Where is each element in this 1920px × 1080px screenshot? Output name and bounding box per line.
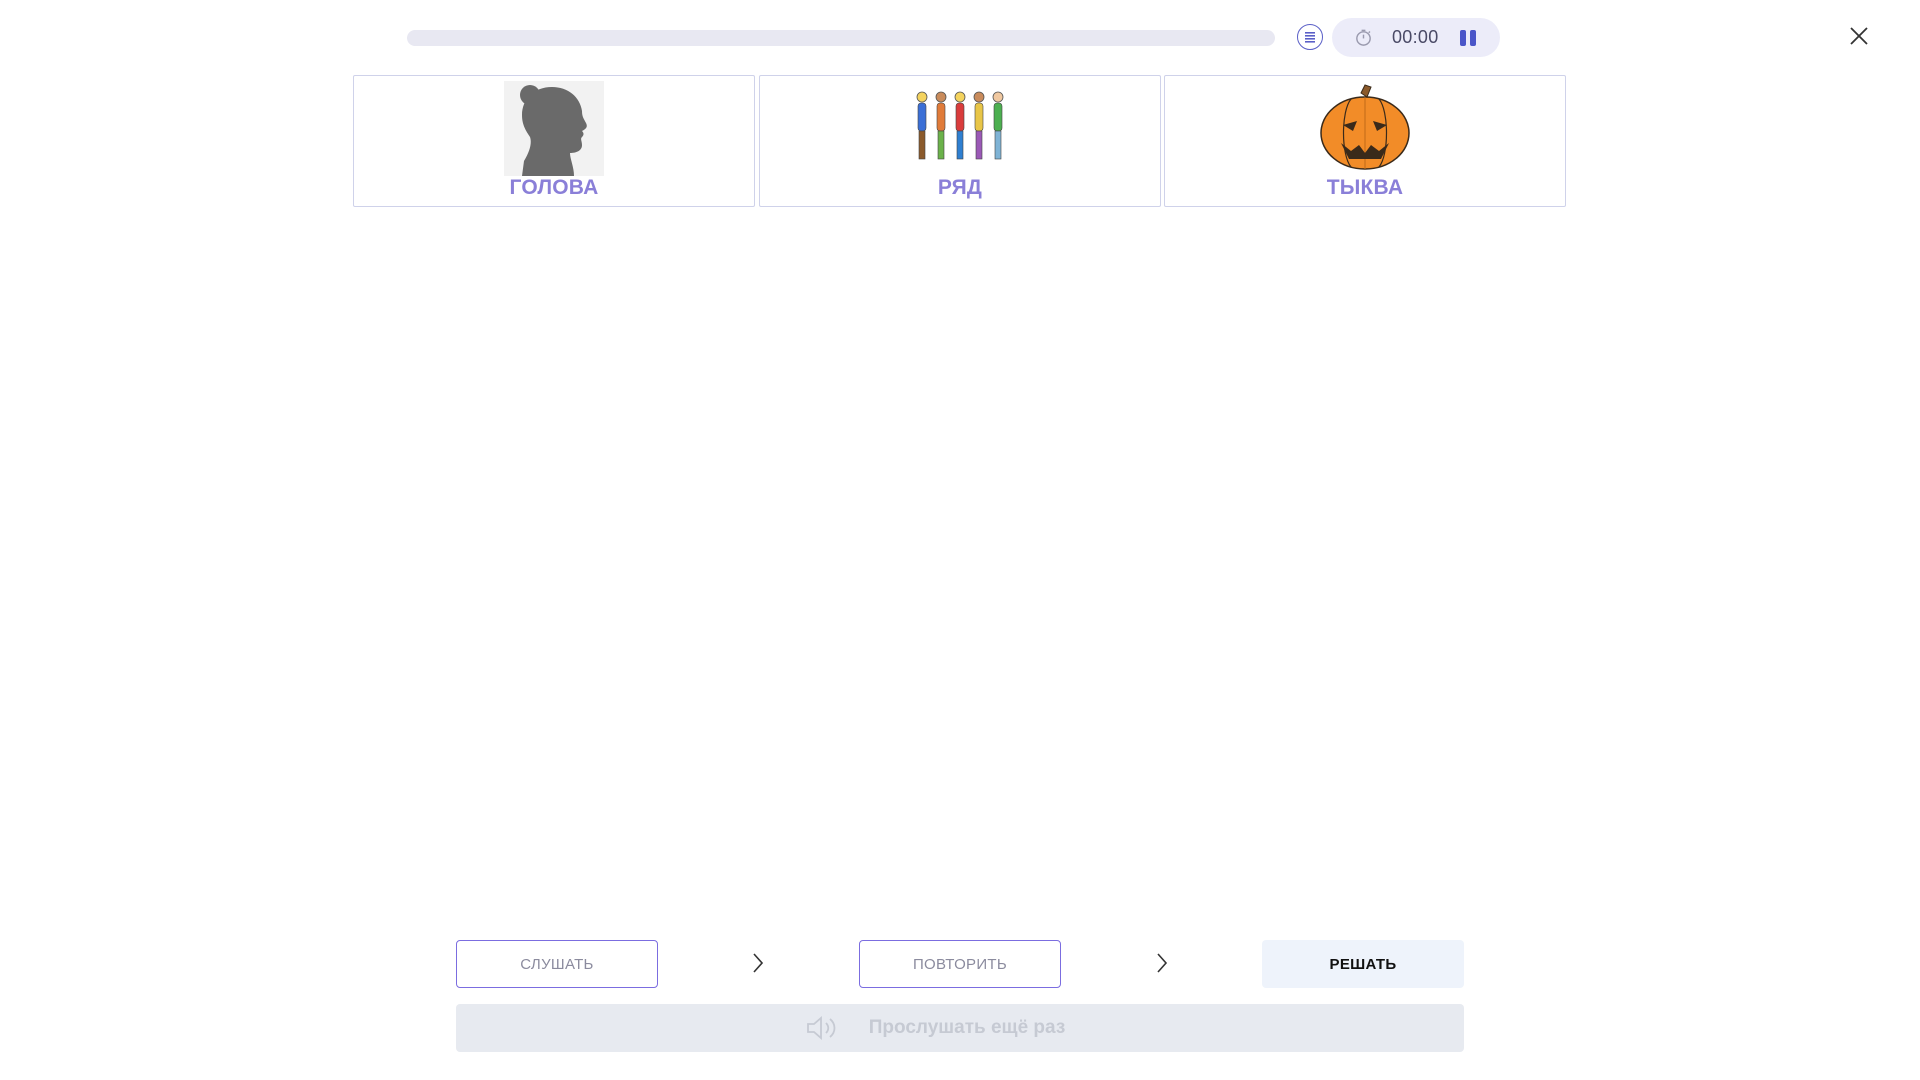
replay-button[interactable]: Прослушать ещё раз	[456, 1004, 1464, 1052]
word-label: ГОЛОВА	[509, 176, 599, 199]
exercise-screen: 00:00 ГОЛОВА РЯД ТЫКВА СЛУШАТЬ ПОВТОРИТЬ…	[0, 0, 1920, 1080]
pause-button[interactable]	[1459, 29, 1477, 47]
timer: 00:00	[1332, 18, 1500, 57]
list-icon	[1305, 32, 1315, 43]
listen-button[interactable]: СЛУШАТЬ	[456, 940, 658, 988]
speaker-icon	[806, 1016, 836, 1040]
word-label: ТЫКВА	[1326, 176, 1404, 199]
word-label: РЯД	[937, 176, 983, 199]
timer-value: 00:00	[1392, 27, 1439, 47]
progress-bar	[407, 30, 1275, 46]
repeat-button[interactable]: ПОВТОРИТЬ	[859, 940, 1061, 988]
solve-button[interactable]: РЕШАТЬ	[1262, 940, 1464, 988]
list-menu-button[interactable]	[1297, 24, 1323, 50]
word-card-pumpkin[interactable]: ТЫКВА	[1164, 75, 1566, 207]
head-silhouette-image	[504, 81, 604, 176]
pause-icon	[1460, 30, 1466, 46]
stopwatch-icon	[1356, 29, 1371, 46]
word-card-row[interactable]: РЯД	[759, 75, 1161, 207]
chevron-right-icon	[1157, 953, 1168, 973]
close-icon	[1850, 27, 1868, 45]
row-of-people-image	[916, 91, 1004, 160]
word-card-head[interactable]: ГОЛОВА	[353, 75, 755, 207]
pumpkin-image	[1320, 84, 1410, 170]
chevron-right-icon	[753, 953, 764, 973]
close-button[interactable]	[1847, 24, 1871, 48]
replay-label: Прослушать ещё раз	[868, 1017, 1066, 1038]
